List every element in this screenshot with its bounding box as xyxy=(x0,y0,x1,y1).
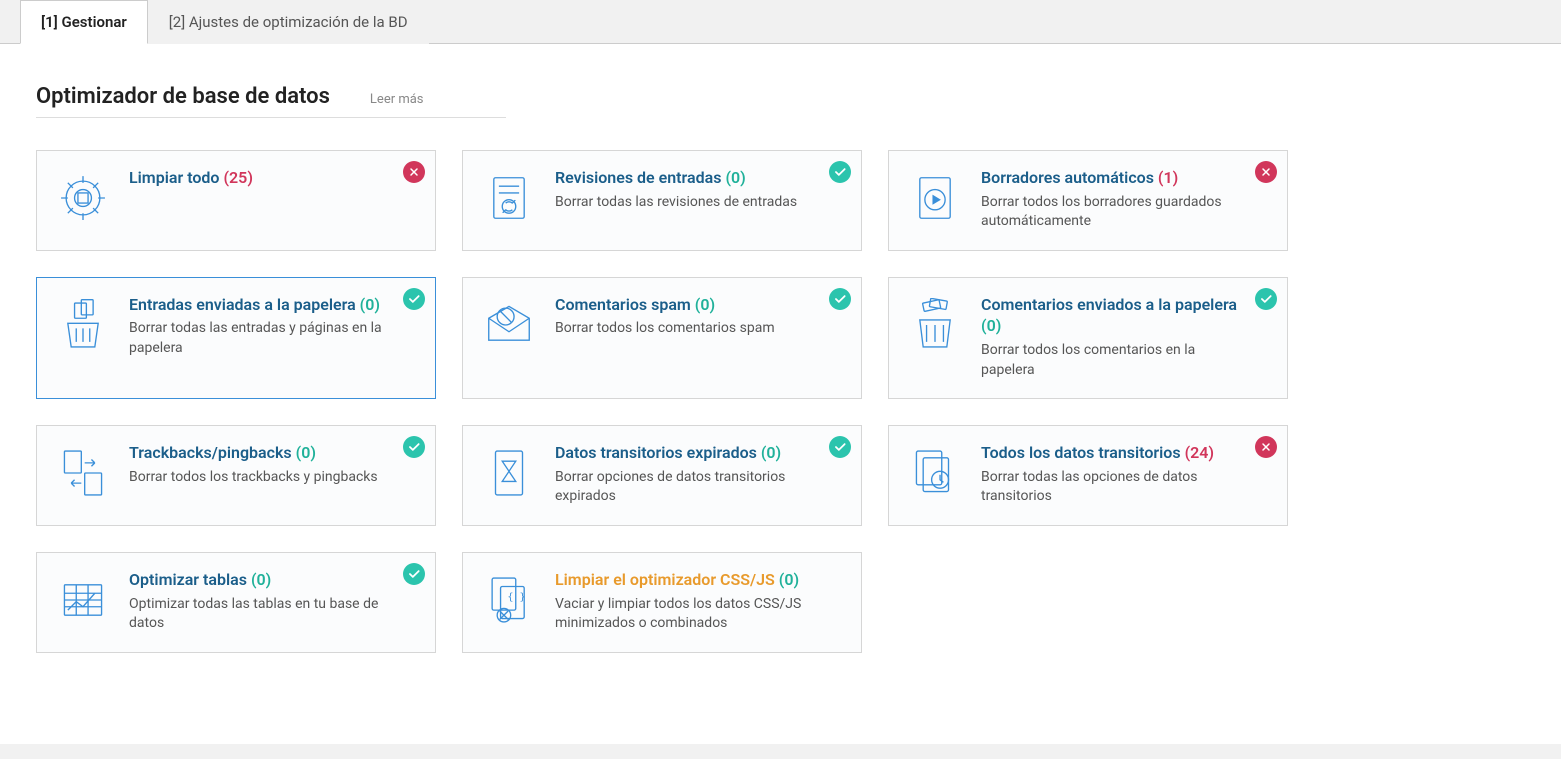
card-envelope-spam[interactable]: Comentarios spam (0) Borrar todos los com… xyxy=(462,277,862,399)
card-count: (25) xyxy=(223,168,252,187)
check-icon xyxy=(829,436,851,458)
docs-clock-icon xyxy=(907,442,963,507)
card-count: (0) xyxy=(251,570,271,589)
doc-refresh-icon xyxy=(481,167,537,232)
check-icon xyxy=(829,161,851,183)
check-icon xyxy=(829,288,851,310)
page-content: Optimizador de base de datos Leer más Li… xyxy=(0,44,1561,744)
card-doc-play[interactable]: Borradores automáticos (1) Borrar todos l… xyxy=(888,150,1288,251)
card-title: Entradas enviadas a la papelera (0) xyxy=(129,294,395,316)
card-body: Comentarios enviados a la papelera (0) Bo… xyxy=(981,294,1269,380)
card-title-text: Datos transitorios expirados xyxy=(555,443,761,462)
card-body: Limpiar el optimizador CSS/JS (0) Vaciar … xyxy=(555,569,843,634)
card-docs-code[interactable]: { } Limpiar el optimizador CSS/JS (0) Vaci… xyxy=(462,552,862,653)
card-title-text: Limpiar todo xyxy=(129,168,223,187)
card-trash-files[interactable]: Entradas enviadas a la papelera (0) Borra… xyxy=(36,277,436,399)
card-title: Limpiar todo (25) xyxy=(129,167,395,189)
card-gear-cube[interactable]: Limpiar todo (25) xyxy=(36,150,436,251)
card-trash-comments[interactable]: Comentarios enviados a la papelera (0) Bo… xyxy=(888,277,1288,399)
card-count: (0) xyxy=(360,295,380,314)
card-count: (0) xyxy=(761,443,781,462)
card-count: (0) xyxy=(779,570,799,589)
card-title-text: Todos los datos transitorios xyxy=(981,443,1185,462)
card-body: Datos transitorios expirados (0) Borrar o… xyxy=(555,442,843,507)
check-icon xyxy=(403,288,425,310)
card-title-text: Trackbacks/pingbacks xyxy=(129,443,296,462)
card-count: (24) xyxy=(1185,443,1214,462)
card-title-text: Optimizar tablas xyxy=(129,570,251,589)
tabs-bar: [1] Gestionar[2] Ajustes de optimización… xyxy=(0,0,1561,44)
read-more-link[interactable]: Leer más xyxy=(370,92,424,107)
card-pages-swap[interactable]: Trackbacks/pingbacks (0) Borrar todos los… xyxy=(36,425,436,526)
card-title: Optimizar tablas (0) xyxy=(129,569,395,591)
close-icon xyxy=(1255,436,1277,458)
card-body: Entradas enviadas a la papelera (0) Borra… xyxy=(129,294,417,380)
page-title: Optimizador de base de datos xyxy=(36,84,330,109)
card-title: Comentarios enviados a la papelera (0) xyxy=(981,294,1247,337)
card-body: Todos los datos transitorios (24) Borrar … xyxy=(981,442,1269,507)
card-count: (0) xyxy=(695,295,715,314)
check-icon xyxy=(403,436,425,458)
card-body: Limpiar todo (25) xyxy=(129,167,417,232)
card-docs-clock[interactable]: Todos los datos transitorios (24) Borrar … xyxy=(888,425,1288,526)
card-title-text: Comentarios enviados a la papelera xyxy=(981,295,1237,314)
trash-files-icon xyxy=(55,294,111,380)
card-title: Datos transitorios expirados (0) xyxy=(555,442,821,464)
envelope-spam-icon xyxy=(481,294,537,380)
card-body: Optimizar tablas (0) Optimizar todas las … xyxy=(129,569,417,634)
check-icon xyxy=(1255,288,1277,310)
cards-grid: Limpiar todo (25) Revisiones de entradas … xyxy=(36,150,1525,653)
card-title: Trackbacks/pingbacks (0) xyxy=(129,442,395,464)
close-icon xyxy=(403,161,425,183)
card-description: Borrar todas las entradas y páginas en l… xyxy=(129,319,395,358)
card-title: Comentarios spam (0) xyxy=(555,294,821,316)
check-icon xyxy=(403,563,425,585)
card-title-text: Limpiar el optimizador CSS/JS xyxy=(555,570,779,589)
card-title: Todos los datos transitorios (24) xyxy=(981,442,1247,464)
tab-1[interactable]: [2] Ajustes de optimización de la BD xyxy=(148,0,429,44)
card-description: Borrar opciones de datos transitorios ex… xyxy=(555,468,821,507)
pages-swap-icon xyxy=(55,442,111,507)
svg-text:{ }: { } xyxy=(507,592,525,603)
card-body: Borradores automáticos (1) Borrar todos l… xyxy=(981,167,1269,232)
card-description: Borrar todos los borradores guardados au… xyxy=(981,193,1247,232)
card-description: Borrar todas las opciones de datos trans… xyxy=(981,468,1247,507)
card-description: Borrar todos los comentarios spam xyxy=(555,319,821,339)
docs-code-icon: { } xyxy=(481,569,537,634)
card-table-chart[interactable]: Optimizar tablas (0) Optimizar todas las … xyxy=(36,552,436,653)
card-title-text: Entradas enviadas a la papelera xyxy=(129,295,360,314)
card-title: Limpiar el optimizador CSS/JS (0) xyxy=(555,569,821,591)
trash-comments-icon xyxy=(907,294,963,380)
card-doc-hourglass[interactable]: Datos transitorios expirados (0) Borrar o… xyxy=(462,425,862,526)
card-title: Borradores automáticos (1) xyxy=(981,167,1247,189)
card-title-text: Borradores automáticos xyxy=(981,168,1158,187)
page-title-row: Optimizador de base de datos Leer más xyxy=(36,84,506,118)
gear-cube-icon xyxy=(55,167,111,232)
table-chart-icon xyxy=(55,569,111,634)
card-title-text: Comentarios spam xyxy=(555,295,695,314)
card-count: (0) xyxy=(725,168,745,187)
card-count: (0) xyxy=(296,443,316,462)
card-doc-refresh[interactable]: Revisiones de entradas (0) Borrar todas l… xyxy=(462,150,862,251)
card-description: Borrar todas las revisiones de entradas xyxy=(555,193,821,213)
card-description: Borrar todos los comentarios en la papel… xyxy=(981,341,1247,380)
card-body: Trackbacks/pingbacks (0) Borrar todos los… xyxy=(129,442,417,507)
card-description: Borrar todos los trackbacks y pingbacks xyxy=(129,468,395,488)
card-description: Optimizar todas las tablas en tu base de… xyxy=(129,595,395,634)
close-icon xyxy=(1255,161,1277,183)
card-body: Revisiones de entradas (0) Borrar todas l… xyxy=(555,167,843,232)
tab-0[interactable]: [1] Gestionar xyxy=(20,0,148,44)
card-count: (1) xyxy=(1158,168,1178,187)
doc-play-icon xyxy=(907,167,963,232)
card-description: Vaciar y limpiar todos los datos CSS/JS … xyxy=(555,595,821,634)
card-count: (0) xyxy=(981,316,1001,335)
card-title-text: Revisiones de entradas xyxy=(555,168,725,187)
card-title: Revisiones de entradas (0) xyxy=(555,167,821,189)
doc-hourglass-icon xyxy=(481,442,537,507)
card-body: Comentarios spam (0) Borrar todos los com… xyxy=(555,294,843,380)
